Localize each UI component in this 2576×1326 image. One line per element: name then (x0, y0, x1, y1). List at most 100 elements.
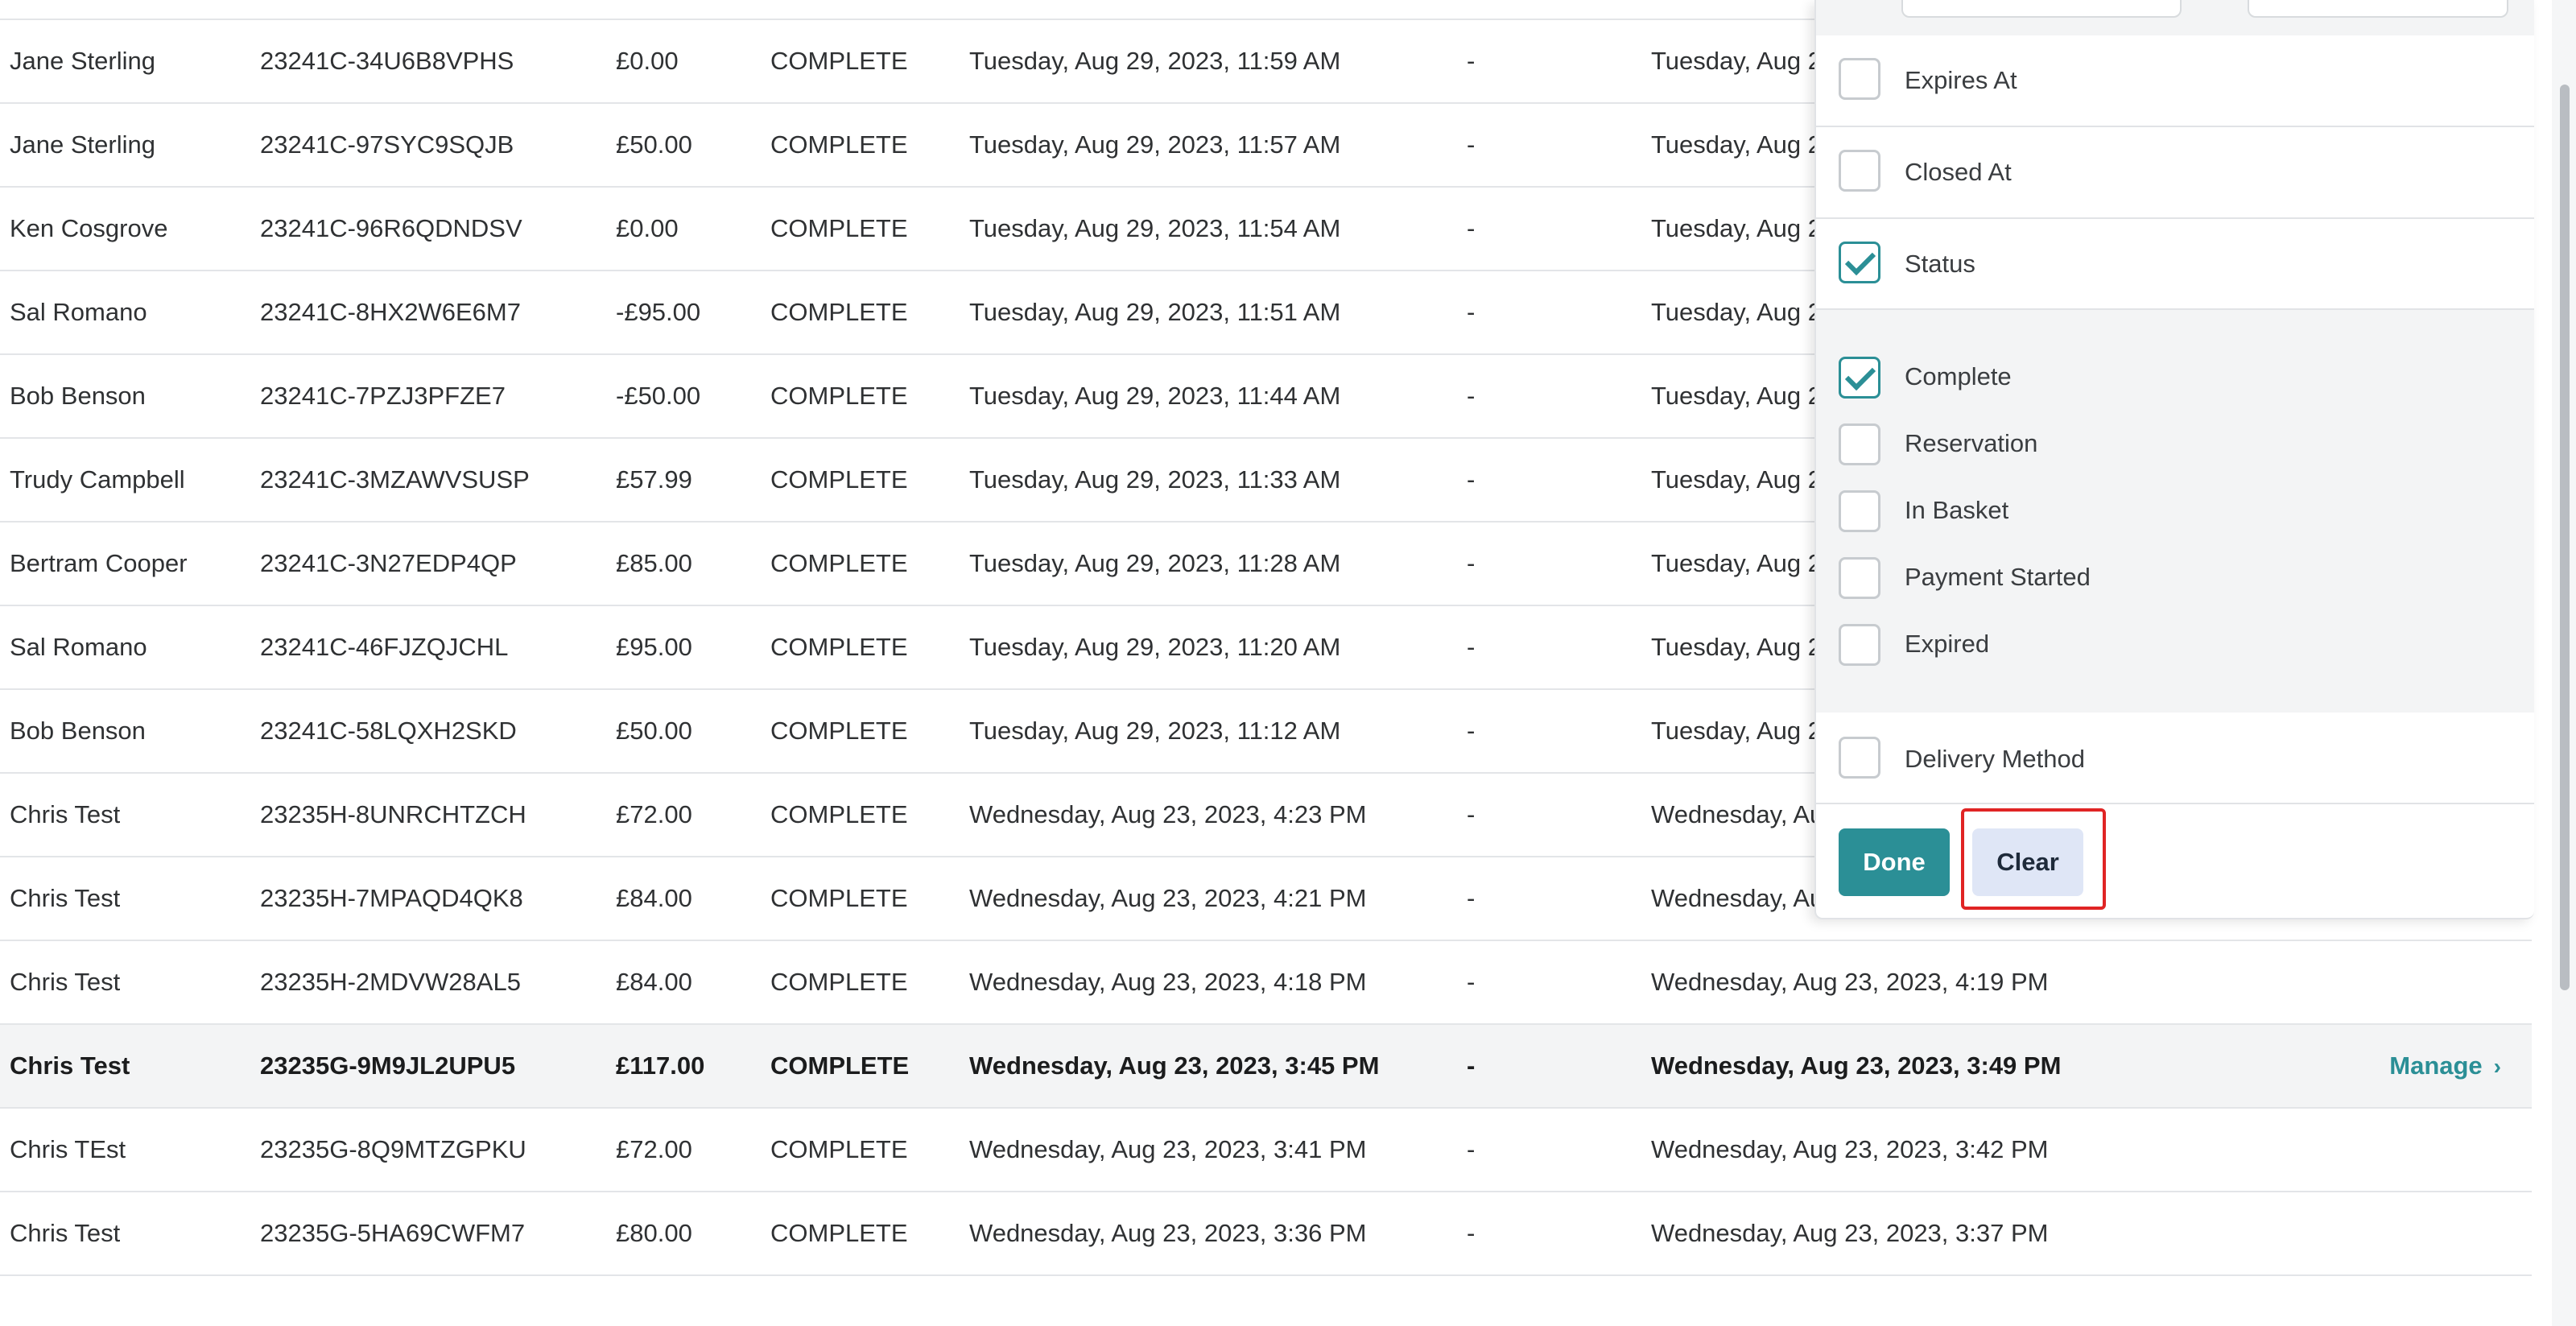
status-checkbox[interactable] (1839, 242, 1880, 283)
chevron-right-icon: › (2493, 1054, 2501, 1079)
order-reference-cell: 23241D-8AHX9XLXXQ (260, 0, 518, 20)
created-date-cell: Tuesday, Aug 29, 2023, 11:12 AM (969, 717, 1341, 745)
status-option-label: In Basket (1905, 496, 2009, 524)
expires-cell: - (1467, 800, 1476, 828)
status-cell: COMPLETE (770, 298, 908, 326)
filter-panel: Expires At Closed At Status Complete Res… (1814, 0, 2534, 919)
expires-cell: - (1467, 717, 1476, 745)
expires-cell: - (1467, 298, 1476, 326)
order-reference-cell: 23241C-8HX2W6E6M7 (260, 298, 521, 326)
order-reference-cell: 23241C-3MZAWVSUSP (260, 465, 530, 494)
expires-cell: - (1467, 465, 1476, 494)
order-reference-cell: 23235G-5HA69CWFM7 (260, 1219, 526, 1247)
expires-cell: - (1467, 0, 1475, 20)
customer-name-cell: Ken Cosgrove (10, 214, 168, 242)
amount-cell: £95.00 (616, 633, 692, 661)
created-date-cell: Tuesday, Aug 29, 2023, 11:57 AM (969, 130, 1341, 159)
order-reference-cell: 23235H-7MPAQD4QK8 (260, 884, 523, 912)
expires-cell: - (1467, 130, 1476, 159)
delivery-method-checkbox[interactable] (1839, 737, 1880, 779)
expires-cell: - (1467, 633, 1476, 661)
filter-option-label: Closed At (1905, 158, 2012, 186)
status-option-label: Payment Started (1905, 563, 2091, 591)
amount-cell: £84.00 (616, 884, 692, 912)
order-reference-cell: 23235G-8Q9MTZGPKU (260, 1135, 526, 1163)
status-cell: COMPLETE (770, 0, 908, 20)
expires-cell: - (1467, 1051, 1476, 1080)
order-reference-cell: 23241C-46FJZQJCHL (260, 633, 509, 661)
filter-option-closed-at[interactable]: Closed At (1816, 127, 2534, 219)
closed-at-checkbox[interactable] (1839, 150, 1880, 192)
expires-cell: - (1467, 382, 1476, 410)
done-button[interactable]: Done (1839, 828, 1950, 896)
expires-cell: - (1467, 1135, 1476, 1163)
updated-date-cell: Wednesday, Aug 23, 2023, 3:42 PM (1651, 1135, 2049, 1163)
reservation-checkbox[interactable] (1839, 423, 1880, 465)
filter-option-expires-at[interactable]: Expires At (1816, 35, 2534, 127)
amount-cell: £0.00 (616, 0, 679, 20)
panel-top-bar (1816, 0, 2534, 35)
table-row[interactable]: Chris TEst 23235G-8Q9MTZGPKU £72.00 COMPLET… (0, 1109, 2532, 1192)
table-row[interactable]: Chris Test 23235G-5HA69CWFM7 £80.00 COMPLET… (0, 1192, 2532, 1276)
created-date-cell: Wednesday, Aug 23, 2023, 4:23 PM (969, 800, 1367, 828)
amount-cell: £117.00 (616, 1051, 705, 1080)
amount-cell: £50.00 (616, 130, 692, 159)
filter-option-status[interactable]: Status (1816, 219, 2534, 310)
created-date-cell: Tuesday, Aug 29, 2023, 11:51 AM (969, 298, 1341, 326)
expires-cell: - (1467, 884, 1476, 912)
date-from-input[interactable] (1901, 0, 2182, 18)
amount-cell: £50.00 (616, 717, 692, 745)
manage-link[interactable]: Manage › (2389, 1025, 2501, 1108)
date-to-input[interactable] (2248, 0, 2508, 18)
amount-cell: £80.00 (616, 1219, 692, 1247)
amount-cell: -£95.00 (616, 298, 701, 326)
created-date-cell: Tuesday, Aug 29, 2023, 11:33 AM (969, 465, 1341, 494)
clear-button[interactable]: Clear (1972, 828, 2083, 896)
customer-name-cell: Sal Romano (10, 633, 147, 661)
customer-name-cell: Chris Test (10, 968, 121, 996)
filter-option-delivery-method[interactable]: Delivery Method (1816, 713, 2534, 804)
table-row[interactable]: Chris Test 23235G-9M9JL2UPU5 £117.00 COMPLE… (0, 1025, 2532, 1109)
complete-checkbox[interactable] (1839, 357, 1880, 399)
updated-date-cell: Tuesday, Aug 29 (1651, 465, 1836, 494)
in-basket-checkbox[interactable] (1839, 490, 1880, 532)
status-cell: COMPLETE (770, 130, 908, 159)
created-date-cell: Tuesday, Aug 29, 2023, 11:54 AM (969, 214, 1341, 242)
created-date-cell: Tuesday, Aug 29, 2023, 11:28 AM (969, 549, 1341, 577)
table-row[interactable]: Chris Test 23235H-2MDVW28AL5 £84.00 COMPLET… (0, 941, 2532, 1025)
status-cell: COMPLETE (770, 1219, 908, 1247)
expires-at-checkbox[interactable] (1839, 58, 1880, 100)
scrollbar-thumb[interactable] (2560, 85, 2570, 990)
expired-checkbox[interactable] (1839, 624, 1880, 666)
customer-name-cell: Chris Test (10, 1051, 130, 1080)
status-cell: COMPLETE (770, 1051, 910, 1080)
status-cell: COMPLETE (770, 717, 908, 745)
manage-label: Manage (2389, 1051, 2483, 1080)
updated-date-cell: Tuesday, Aug 29 (1651, 214, 1836, 242)
updated-date-cell: Tuesday, Aug 29 (1651, 717, 1836, 745)
customer-name-cell: Jane Sterling (10, 47, 155, 75)
status-cell: COMPLETE (770, 884, 908, 912)
amount-cell: £0.00 (616, 47, 679, 75)
amount-cell: £85.00 (616, 549, 692, 577)
order-reference-cell: 23241C-96R6QDNDSV (260, 214, 522, 242)
status-cell: COMPLETE (770, 465, 908, 494)
status-cell: COMPLETE (770, 968, 908, 996)
customer-name-cell: Chris Test (10, 1219, 121, 1247)
amount-cell: £72.00 (616, 800, 692, 828)
expires-cell: - (1467, 47, 1476, 75)
amount-cell: £84.00 (616, 968, 692, 996)
status-option-label: Complete (1905, 362, 2012, 390)
customer-name-cell: Jane Sterling (10, 130, 155, 159)
status-cell: COMPLETE (770, 47, 908, 75)
order-reference-cell: 23235G-9M9JL2UPU5 (260, 1051, 516, 1080)
customer-name-cell: Bob Benson (10, 382, 146, 410)
customer-name-cell: Chris Test (10, 884, 121, 912)
created-date-cell: Wednesday, Aug 23, 2023, 3:45 PM (969, 1051, 1380, 1080)
payment-started-checkbox[interactable] (1839, 557, 1880, 599)
expires-cell: - (1467, 1219, 1476, 1247)
order-reference-cell: 23235H-8UNRCHTZCH (260, 800, 526, 828)
status-cell: COMPLETE (770, 382, 908, 410)
status-cell: COMPLETE (770, 633, 908, 661)
created-date-cell: Tuesday, Aug 29, 2023, 11:44 AM (969, 382, 1341, 410)
